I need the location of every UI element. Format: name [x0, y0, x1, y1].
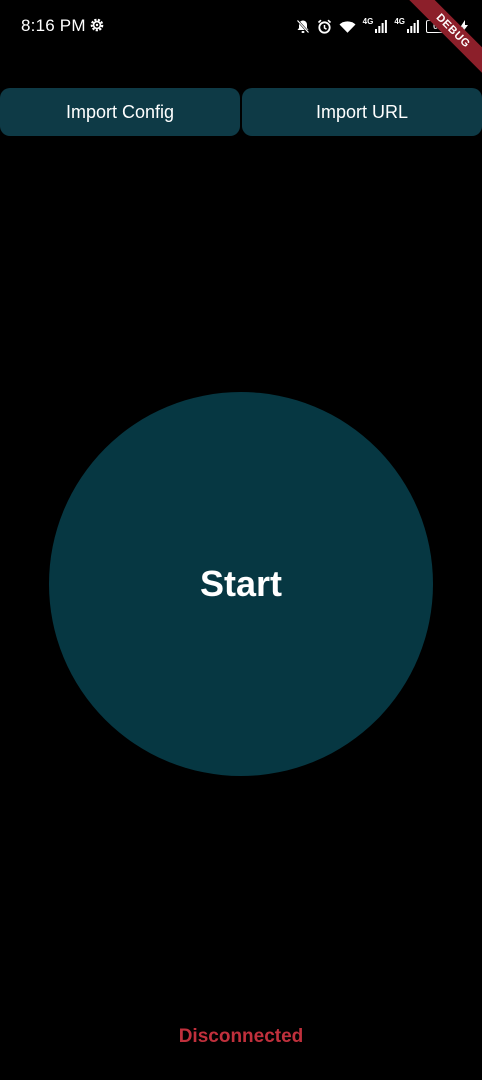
- network-type-label: 4G: [394, 16, 405, 26]
- status-bar: 8:16 PM 4G 4G: [0, 0, 482, 52]
- settings-gear-icon: [90, 18, 104, 32]
- connection-status: Disconnected: [178, 1026, 304, 1047]
- alarm-icon: [317, 19, 332, 34]
- network-type-label: 4G: [362, 16, 374, 26]
- import-url-button[interactable]: Import URL: [242, 88, 482, 136]
- wifi-icon: [339, 20, 356, 33]
- start-button[interactable]: Start: [49, 392, 433, 776]
- muted-bell-icon: [296, 19, 310, 34]
- start-label: Start: [199, 563, 283, 604]
- status-time: 8:16 PM: [21, 16, 86, 35]
- signal-icon: [375, 19, 388, 33]
- import-config-button[interactable]: Import Config: [0, 88, 240, 136]
- signal-icon: [407, 19, 419, 33]
- import-actions: Import Config Import URL: [0, 88, 482, 136]
